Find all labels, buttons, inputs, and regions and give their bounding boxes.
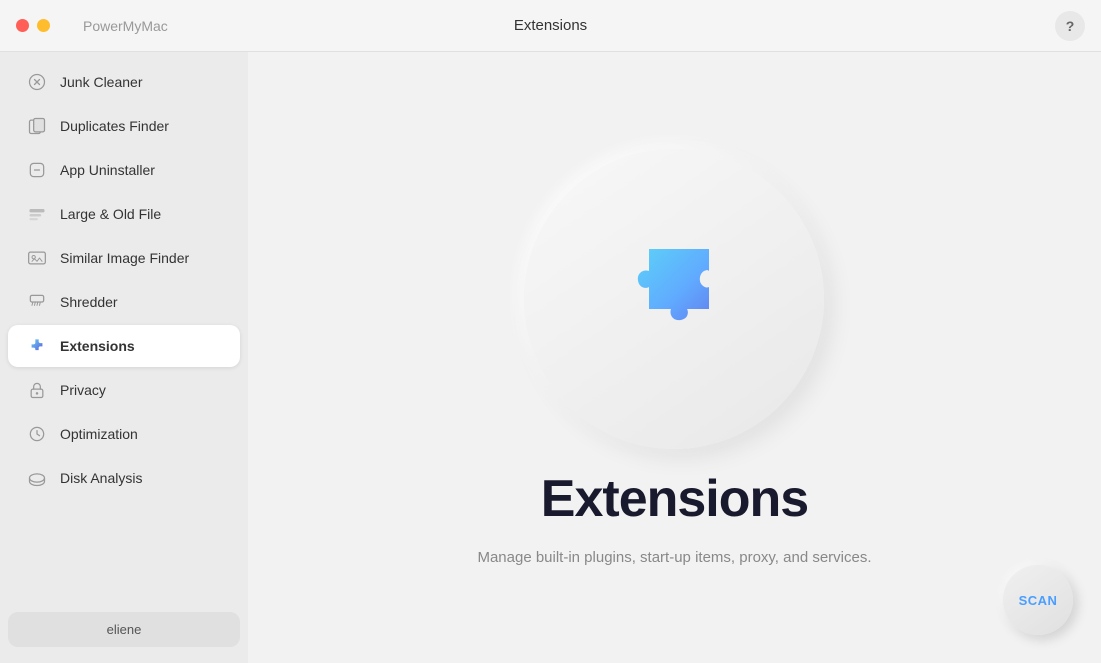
close-button[interactable] bbox=[16, 19, 29, 32]
sidebar-item-large-old-file[interactable]: Large & Old File bbox=[8, 193, 240, 235]
shredder-icon bbox=[26, 291, 48, 313]
title-bar: PowerMyMac Extensions ? bbox=[0, 0, 1101, 52]
content-subtitle: Manage built-in plugins, start-up items,… bbox=[477, 549, 871, 566]
main-layout: Junk Cleaner Duplicates Finder App Unins… bbox=[0, 52, 1101, 663]
sidebar-item-disk-analysis[interactable]: Disk Analysis bbox=[8, 457, 240, 499]
sidebar: Junk Cleaner Duplicates Finder App Unins… bbox=[0, 52, 248, 663]
sidebar-item-label: Privacy bbox=[60, 382, 106, 398]
sidebar-item-label: Optimization bbox=[60, 426, 138, 442]
content-inner: Extensions Manage built-in plugins, star… bbox=[477, 149, 871, 566]
user-badge[interactable]: eliene bbox=[8, 612, 240, 647]
sidebar-item-similar-image-finder[interactable]: Similar Image Finder bbox=[8, 237, 240, 279]
extensions-main-icon bbox=[594, 219, 754, 379]
app-uninstaller-icon bbox=[26, 159, 48, 181]
sidebar-item-label: Shredder bbox=[60, 294, 118, 310]
help-button[interactable]: ? bbox=[1055, 11, 1085, 41]
scan-button[interactable]: SCAN bbox=[1003, 565, 1073, 635]
privacy-icon bbox=[26, 379, 48, 401]
junk-cleaner-icon bbox=[26, 71, 48, 93]
sidebar-item-label: App Uninstaller bbox=[60, 162, 155, 178]
content-title: Extensions bbox=[541, 469, 808, 529]
sidebar-item-shredder[interactable]: Shredder bbox=[8, 281, 240, 323]
duplicates-finder-icon bbox=[26, 115, 48, 137]
sidebar-item-junk-cleaner[interactable]: Junk Cleaner bbox=[8, 61, 240, 103]
extensions-icon bbox=[26, 335, 48, 357]
content-area: Extensions Manage built-in plugins, star… bbox=[248, 52, 1101, 663]
sidebar-item-extensions[interactable]: Extensions bbox=[8, 325, 240, 367]
icon-circle bbox=[524, 149, 824, 449]
optimization-icon bbox=[26, 423, 48, 445]
sidebar-item-privacy[interactable]: Privacy bbox=[8, 369, 240, 411]
sidebar-item-label: Large & Old File bbox=[60, 206, 161, 222]
sidebar-item-duplicates-finder[interactable]: Duplicates Finder bbox=[8, 105, 240, 147]
app-title: PowerMyMac bbox=[83, 18, 168, 34]
sidebar-bottom: eliene bbox=[0, 604, 248, 655]
traffic-lights bbox=[16, 19, 71, 32]
similar-image-finder-icon bbox=[26, 247, 48, 269]
minimize-button[interactable] bbox=[37, 19, 50, 32]
header-title: Extensions bbox=[514, 17, 587, 34]
large-old-file-icon bbox=[26, 203, 48, 225]
sidebar-item-label: Duplicates Finder bbox=[60, 118, 169, 134]
sidebar-item-label: Junk Cleaner bbox=[60, 74, 143, 90]
disk-analysis-icon bbox=[26, 467, 48, 489]
sidebar-item-label: Disk Analysis bbox=[60, 470, 142, 486]
sidebar-item-optimization[interactable]: Optimization bbox=[8, 413, 240, 455]
sidebar-item-app-uninstaller[interactable]: App Uninstaller bbox=[8, 149, 240, 191]
sidebar-item-label: Extensions bbox=[60, 338, 135, 354]
sidebar-item-label: Similar Image Finder bbox=[60, 250, 189, 266]
